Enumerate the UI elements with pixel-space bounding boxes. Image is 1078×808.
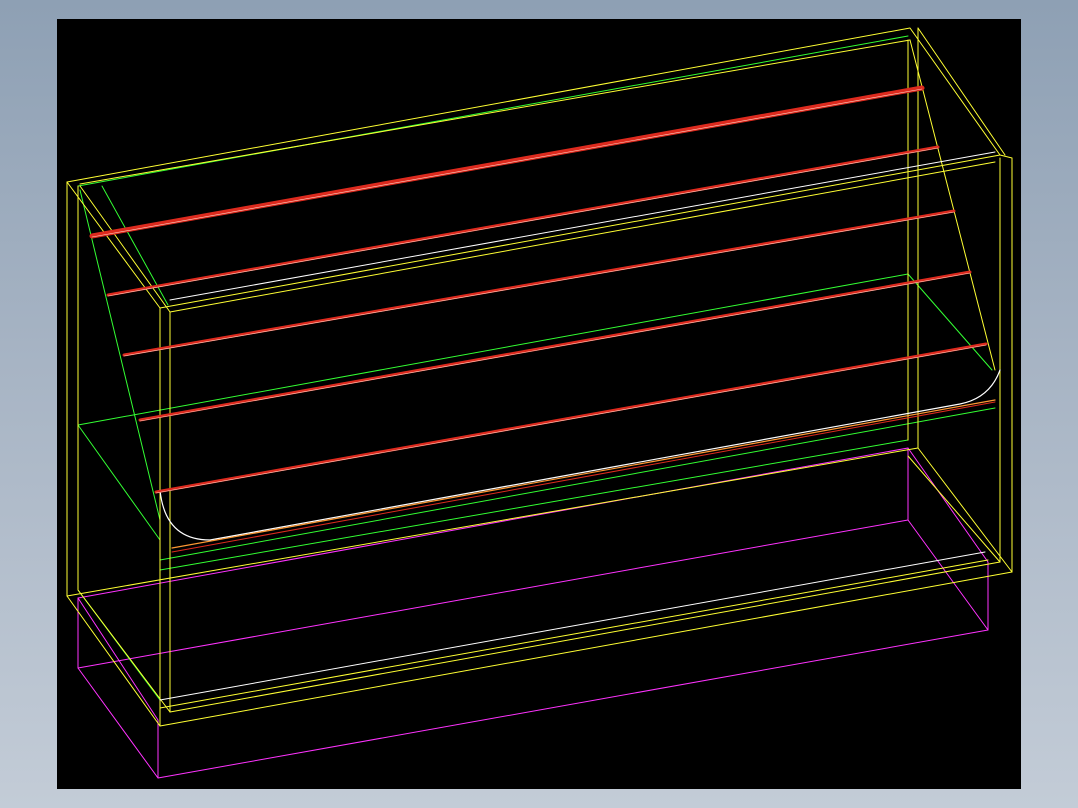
frame-front-top: [159, 154, 1001, 309]
base-block-left-bottom: [77, 667, 159, 779]
base-block-back-top: [77, 447, 909, 599]
mid-box-left: [77, 424, 161, 541]
frame-base-top: [159, 559, 989, 709]
frame-top: [66, 27, 1013, 573]
trough-left-curve: [159, 369, 1001, 541]
base-block-front: [77, 447, 989, 779]
trough-lip: [171, 399, 996, 549]
top-left-slope: [79, 189, 161, 521]
frame-right-top: [917, 27, 1006, 156]
frame-bottom-front-inner: [169, 561, 1001, 713]
frame-bottom-left: [66, 595, 161, 727]
trough-curve: [159, 369, 1001, 553]
rod-2: [106, 145, 940, 297]
rod-1-highlight: [91, 88, 923, 238]
floor-edge-2: [159, 439, 909, 571]
frame-bottom-back: [66, 447, 919, 597]
base-block-right-bottom: [907, 519, 989, 631]
rod-4: [138, 270, 972, 422]
rod-3: [122, 209, 956, 357]
rod-5-highlight: [155, 344, 987, 494]
frame-base-white: [159, 551, 986, 701]
trough-lip-red: [171, 401, 996, 553]
rod-5: [154, 342, 988, 494]
base-block: [77, 447, 989, 779]
rod-group: [89, 85, 988, 494]
floor-edge-1: [159, 407, 996, 561]
frame-bottom-left-inner: [77, 589, 171, 713]
wireframe-model[interactable]: [0, 0, 1078, 808]
frame-bottom-right-inner: [907, 455, 1001, 563]
rod-2-highlight: [107, 147, 939, 297]
outer-frame: [66, 27, 1013, 727]
